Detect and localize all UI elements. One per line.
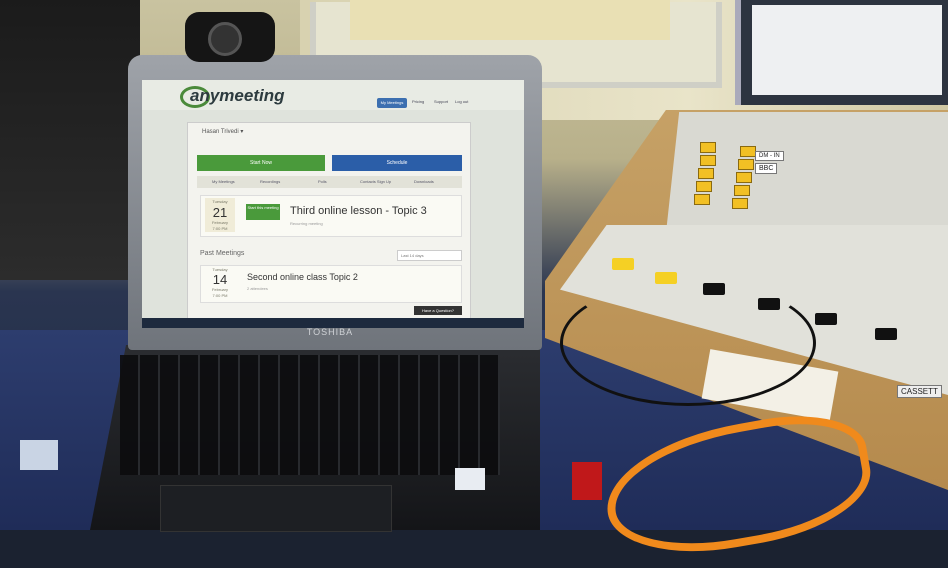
account-name[interactable]: Hasan Trivedi ▾ (202, 128, 243, 135)
mixer-key[interactable] (738, 159, 754, 170)
mixer-key[interactable] (734, 185, 750, 196)
fader-knob[interactable] (875, 328, 897, 340)
schedule-button[interactable]: Schedule (332, 155, 462, 171)
meeting-time: 7:00 PM (212, 226, 228, 231)
tab-polls[interactable]: Polls (318, 179, 327, 184)
mixer-key[interactable] (736, 172, 752, 183)
mixer-key[interactable] (732, 198, 748, 209)
windows-sticker (20, 440, 58, 470)
audio-cable (560, 280, 816, 406)
meeting-subtitle: Recurring meeting (290, 221, 323, 226)
background-monitor-screen (350, 0, 670, 40)
laptop-brand: TOSHIBA (306, 327, 354, 337)
site-logo[interactable]: anymeeting (190, 86, 284, 106)
have-question-button[interactable]: Have a Question? (414, 306, 462, 315)
intel-sticker (455, 468, 485, 490)
windows-taskbar[interactable] (142, 318, 524, 328)
mixer-key[interactable] (696, 181, 712, 192)
past-day: 14 (212, 272, 228, 287)
past-meeting-subtitle: 2 attendees (247, 286, 268, 291)
nav-support[interactable]: Support (434, 99, 448, 104)
laptop-keyboard[interactable] (120, 355, 500, 475)
mixer-label-cassette: CASSETT (897, 385, 942, 398)
past-meetings-heading: Past Meetings (200, 250, 245, 257)
mixer-label-bbc: BBC (755, 163, 778, 174)
meeting-month: February (211, 220, 228, 225)
start-now-button[interactable]: Start Now (197, 155, 325, 171)
webcam-lens-icon (208, 22, 242, 56)
nav-pricing[interactable]: Pricing (412, 99, 424, 104)
mixer-key[interactable] (700, 155, 716, 166)
fader-knob[interactable] (612, 258, 634, 270)
past-month: February (211, 287, 228, 292)
tab-contacts[interactable]: Contacts Sign Up (360, 179, 391, 184)
laptop-touchpad[interactable] (160, 485, 392, 532)
mixer-key[interactable] (700, 142, 716, 153)
mixer-key[interactable] (694, 194, 710, 205)
tab-recordings[interactable]: Recordings (260, 179, 280, 184)
background-display-screen (752, 5, 942, 95)
tab-downloads[interactable]: Downloads (414, 179, 434, 184)
meeting-title[interactable]: Third online lesson - Topic 3 (290, 205, 427, 217)
past-meeting-title[interactable]: Second online class Topic 2 (247, 272, 358, 282)
red-usb-stick (572, 462, 602, 500)
meeting-weekday: Tuesday (212, 199, 228, 204)
past-meeting-card[interactable] (200, 265, 462, 303)
past-filter-select[interactable]: Last 14 days (397, 250, 462, 261)
start-meeting-button[interactable]: Start this meeting (246, 204, 280, 220)
tab-my-meetings[interactable]: My Meetings (212, 179, 235, 184)
equipment-rack (0, 0, 140, 280)
laptop-screen: anymeeting My Meetings Pricing Support L… (142, 80, 524, 328)
past-time: 7:00 PM (212, 293, 228, 298)
meeting-day: 21 (212, 205, 228, 220)
nav-my-meetings[interactable]: My Meetings (377, 98, 407, 108)
mixer-key[interactable] (698, 168, 714, 179)
mixer-label-dm: DM - IN (755, 151, 784, 161)
fader-knob[interactable] (815, 313, 837, 325)
nav-logout[interactable]: Log out (455, 99, 468, 104)
mixer-key[interactable] (740, 146, 756, 157)
